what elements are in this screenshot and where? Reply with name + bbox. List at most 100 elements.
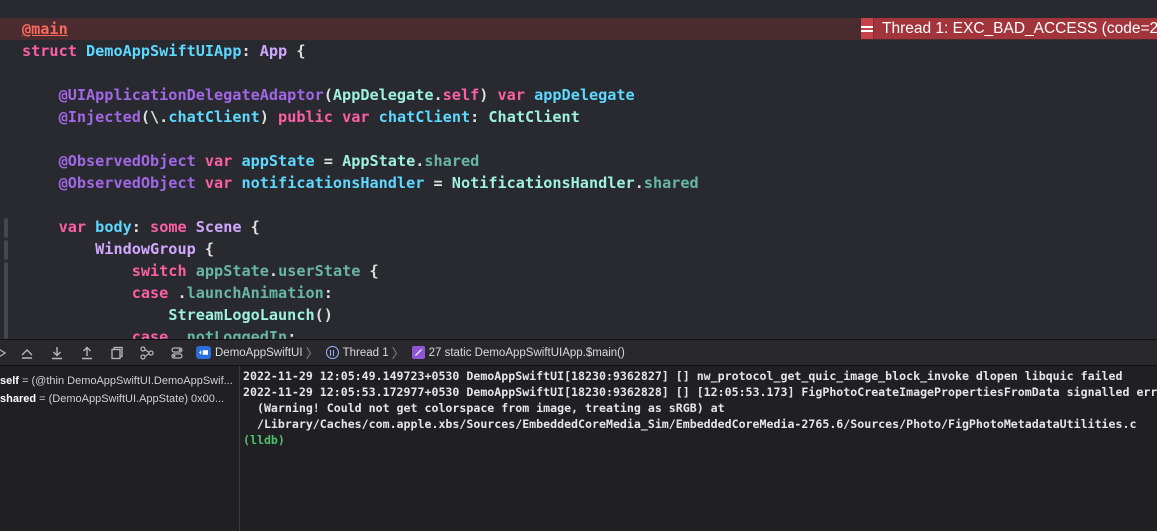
- code-token: self: [442, 86, 480, 104]
- code-token: @Injected: [58, 108, 141, 126]
- code-token: NotificationsHandler: [451, 174, 635, 192]
- code-token: some: [150, 218, 187, 236]
- step-into-button[interactable]: [42, 340, 72, 365]
- step-into-icon: [52, 346, 62, 359]
- layers-icon: [111, 346, 123, 359]
- code-token: appState: [195, 262, 269, 280]
- code-token: ): [259, 108, 279, 126]
- code-token: var: [342, 108, 370, 126]
- debug-toolbar: DemoAppSwiftUI 〉 Thread 1 〉 27 static De…: [0, 339, 1157, 366]
- code-token: switch: [131, 262, 187, 280]
- error-banner[interactable]: Thread 1: EXC_BAD_ACCESS (code=2, addres…: [861, 18, 1157, 39]
- code-token: :: [470, 108, 489, 126]
- breadcrumb-frame[interactable]: 27 static DemoAppSwiftUIApp.$main(): [411, 346, 625, 359]
- code-line[interactable]: @ObservedObject var appState = AppState.…: [22, 150, 480, 172]
- code-token: (\.: [140, 108, 169, 126]
- code-token: appState: [241, 152, 315, 170]
- step-over-button[interactable]: [12, 340, 42, 365]
- code-token: var: [204, 152, 233, 170]
- code-line[interactable]: @ObservedObject var notificationsHandler…: [22, 172, 699, 194]
- code-token: {: [287, 42, 306, 60]
- code-line[interactable]: case .notLoggedIn:: [22, 326, 297, 339]
- code-token: case: [131, 328, 169, 339]
- code-token: var: [497, 86, 525, 104]
- code-line[interactable]: WindowGroup {: [22, 238, 214, 260]
- breadcrumb-app[interactable]: DemoAppSwiftUI: [196, 346, 303, 359]
- toggles-icon: [171, 346, 183, 359]
- code-token: .: [168, 328, 187, 339]
- gutter-marker: [4, 218, 8, 238]
- console-line: /Library/Caches/com.apple.xbs/Sources/Em…: [243, 417, 1137, 431]
- chevron-right-icon: 〉: [391, 346, 405, 361]
- code-token: .: [268, 262, 279, 280]
- app-icon: [196, 346, 211, 359]
- code-token: notificationsHandler: [241, 174, 425, 192]
- code-token: =: [424, 174, 452, 192]
- thread-name: Thread 1: [342, 346, 389, 359]
- gutter-marker: [4, 240, 8, 260]
- code-line[interactable]: case .launchAnimation:: [22, 282, 333, 304]
- stack-frame-icon: [411, 346, 425, 359]
- code-token: @main: [22, 20, 68, 38]
- code-token: AppState: [342, 152, 416, 170]
- variable-name: shared: [0, 393, 37, 405]
- code-line[interactable]: var body: some Scene {: [22, 216, 260, 238]
- code-editor[interactable]: @main struct DemoAppSwiftUIApp: App { @UI…: [0, 0, 1157, 339]
- thread-icon: [325, 346, 339, 359]
- environment-overrides-button[interactable]: [162, 340, 192, 365]
- lldb-prompt[interactable]: (lldb): [243, 432, 285, 448]
- memory-graph-button[interactable]: [132, 340, 162, 365]
- variable-row[interactable]: shared = (DemoAppSwiftUI.AppState) 0x00.…: [0, 391, 224, 407]
- code-token: body: [95, 218, 132, 236]
- console-line: 2022-11-29 12:05:53.172977+0530 DemoAppS…: [243, 385, 1157, 399]
- console-line: 2022-11-29 12:05:49.149723+0530 DemoAppS…: [243, 369, 1123, 383]
- code-token: chatClient: [378, 108, 471, 126]
- error-message: Thread 1: EXC_BAD_ACCESS (code=2, addres…: [882, 19, 1157, 37]
- variables-view[interactable]: self = (@thin DemoAppSwiftUI.DemoAppSwif…: [0, 366, 240, 531]
- code-token: notLoggedIn: [186, 328, 288, 339]
- code-token: DemoAppSwiftUIApp: [86, 42, 242, 60]
- code-token: .: [634, 174, 644, 192]
- code-line[interactable]: @Injected(\.chatClient) public var chatC…: [22, 106, 580, 128]
- chevron-right-icon: 〉: [305, 346, 319, 361]
- gutter-marker: [4, 262, 8, 339]
- variable-name: self: [0, 375, 19, 387]
- code-token: .: [433, 86, 443, 104]
- code-token: appDelegate: [534, 86, 635, 104]
- code-token: launchAnimation: [186, 284, 324, 302]
- code-token: struct: [22, 42, 87, 60]
- code-token: StreamLogoLaunch: [168, 306, 315, 324]
- code-line[interactable]: @UIApplicationDelegateAdaptor(AppDelegat…: [22, 84, 635, 106]
- play-icon: [0, 348, 7, 357]
- variable-value: = (DemoAppSwiftUI.AppState) 0x00...: [36, 393, 225, 405]
- view-hierarchy-button[interactable]: [102, 340, 132, 365]
- step-out-button[interactable]: [72, 340, 102, 365]
- variable-value: = (@thin DemoAppSwiftUI.DemoAppSwif...: [18, 375, 233, 387]
- code-token: var: [204, 174, 233, 192]
- variable-row[interactable]: self = (@thin DemoAppSwiftUI.DemoAppSwif…: [0, 373, 233, 389]
- breadcrumb-thread[interactable]: Thread 1: [325, 346, 389, 359]
- continue-button[interactable]: [0, 340, 12, 365]
- code-line[interactable]: switch appState.userState {: [22, 260, 379, 282]
- console-line: (Warning! Could not get colorspace from …: [243, 401, 725, 415]
- code-token: chatClient: [168, 108, 260, 126]
- debug-console[interactable]: 2022-11-29 12:05:49.149723+0530 DemoAppS…: [241, 366, 1157, 531]
- code-token: @ObservedObject: [58, 174, 196, 192]
- code-token: var: [58, 218, 87, 236]
- code-token: {: [360, 262, 379, 280]
- code-token: App: [259, 42, 288, 60]
- step-out-icon: [82, 346, 92, 359]
- code-line[interactable]: StreamLogoLaunch(): [22, 304, 333, 326]
- frame-name: 27 static DemoAppSwiftUIApp.$main(): [428, 346, 625, 359]
- code-line[interactable]: struct DemoAppSwiftUIApp: App {: [22, 40, 306, 62]
